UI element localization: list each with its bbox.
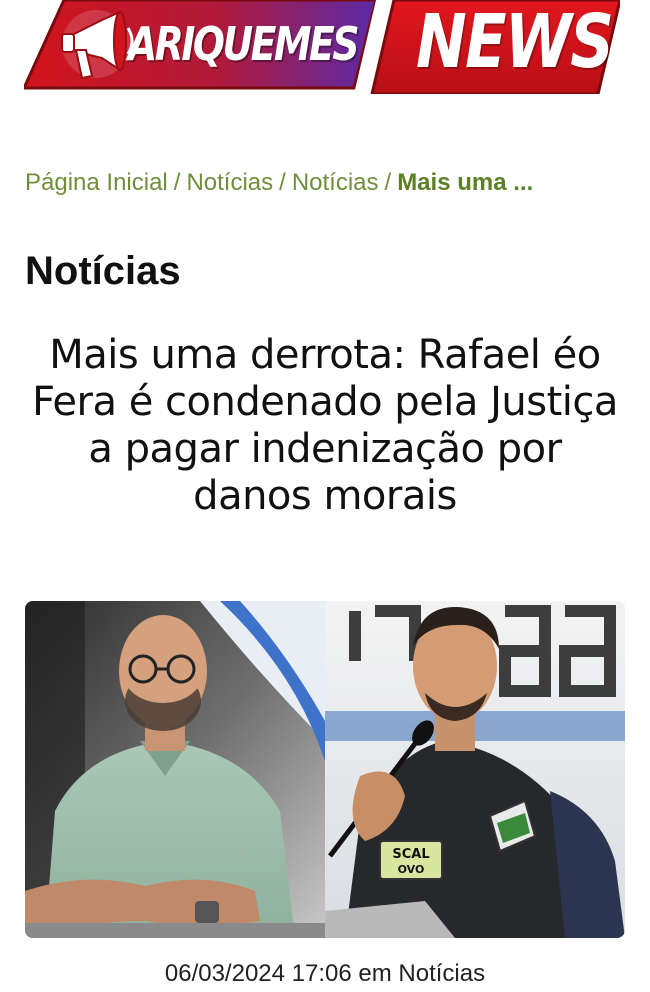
breadcrumb-separator: / — [279, 169, 286, 196]
megaphone-icon — [61, 10, 134, 80]
breadcrumb-noticias-link[interactable]: Notícias — [186, 169, 273, 196]
breadcrumb-separator: / — [173, 169, 181, 196]
logo-text-news: NEWS — [416, 0, 614, 85]
article-meta-in-label: em — [358, 960, 392, 987]
site-logo[interactable]: ARIQUEMES NEWS — [24, 0, 620, 94]
svg-text:SCAL: SCAL — [392, 847, 429, 862]
logo-text-ariquemes: ARIQUEMES — [128, 17, 360, 71]
article-title: Mais uma derrota: Rafael éo Fera é conde… — [32, 332, 618, 519]
article-meta: 06/03/2024 17:06 em Notícias — [0, 956, 650, 992]
page: ARIQUEMES NEWS Página Inicial / Notícias / N… — [0, 0, 650, 992]
article-photo-graphic: SCAL OVO — [25, 601, 625, 938]
section-title: Notícias — [25, 249, 181, 293]
breadcrumb-separator: / — [384, 169, 392, 196]
article-date: 06/03/2024 17:06 — [164, 960, 352, 987]
breadcrumb-home-link[interactable]: Página Inicial — [25, 169, 168, 196]
breadcrumb: Página Inicial / Notícias / Notícias / Mais um… — [25, 166, 625, 200]
breadcrumb-current: Mais uma ... — [397, 169, 534, 196]
breadcrumb-noticias-link-2[interactable]: Notícias — [292, 169, 379, 196]
svg-text:OVO: OVO — [398, 863, 425, 876]
article-category-link[interactable]: Notícias — [398, 960, 485, 987]
article-image[interactable]: SCAL OVO — [25, 601, 625, 938]
